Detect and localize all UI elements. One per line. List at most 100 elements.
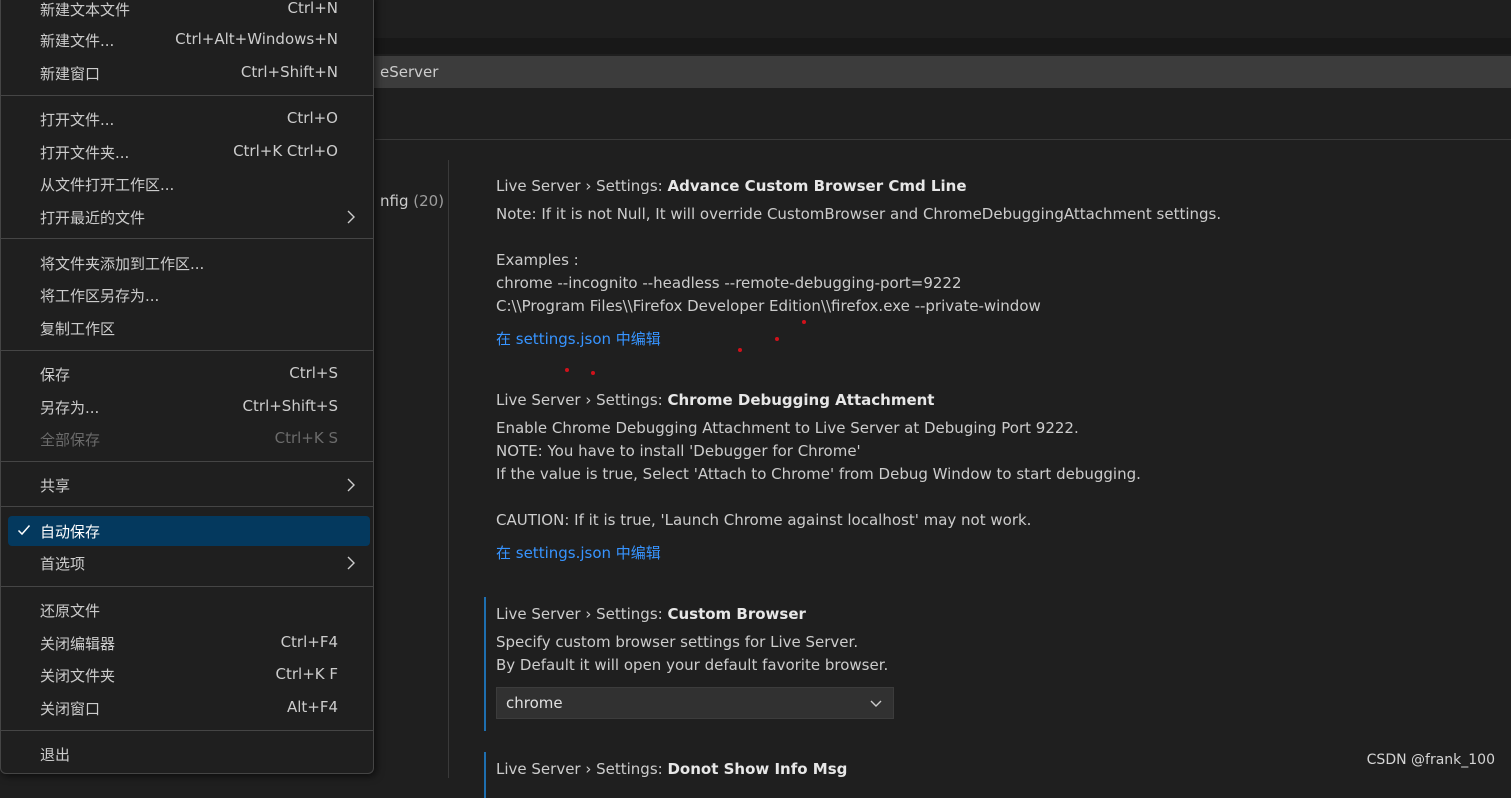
desc-line: Specify custom browser settings for Live… bbox=[496, 633, 859, 651]
menu-item-duplicate-workspace[interactable]: 复制工作区 bbox=[8, 313, 370, 343]
menu-item-open-file[interactable]: 打开文件... Ctrl+O bbox=[8, 104, 370, 134]
setting-category: Live Server › Settings: bbox=[496, 760, 668, 778]
desc-gap bbox=[496, 486, 1476, 509]
setting-donot-show-info-msg: Live Server › Settings: Donot Show Info … bbox=[484, 752, 1476, 798]
desc-line: NOTE: You have to install 'Debugger for … bbox=[496, 442, 861, 460]
setting-title: Live Server › Settings: Donot Show Info … bbox=[496, 760, 1476, 778]
annotation-dot bbox=[775, 337, 779, 341]
menu-item-revert-file[interactable]: 还原文件 bbox=[8, 595, 370, 625]
desc-line: C:\\Program Files\\Firefox Developer Edi… bbox=[496, 297, 1041, 315]
menu-item-label: 关闭文件夹 bbox=[40, 667, 116, 685]
menu-item-shortcut: Ctrl+F4 bbox=[280, 633, 338, 651]
desc-line: By Default it will open your default fav… bbox=[496, 656, 889, 674]
annotation-dot bbox=[802, 320, 806, 324]
setting-custom-browser: Live Server › Settings: Custom Browser S… bbox=[484, 597, 1476, 731]
menu-item-label: 首选项 bbox=[40, 555, 86, 573]
settings-search-input[interactable] bbox=[340, 56, 1511, 88]
menu-item-close-window[interactable]: 关闭窗口 Alt+F4 bbox=[8, 693, 370, 723]
menu-item-label: 关闭编辑器 bbox=[40, 635, 116, 653]
edit-in-settings-json-link[interactable]: 在 settings.json 中编辑 bbox=[496, 542, 661, 563]
check-icon bbox=[17, 523, 31, 541]
menu-item-label: 新建文本文件 bbox=[40, 1, 131, 19]
menu-separator bbox=[1, 461, 373, 462]
desc-gap bbox=[496, 226, 1476, 249]
setting-title: Live Server › Settings: Advance Custom B… bbox=[496, 177, 1476, 195]
chevron-right-icon bbox=[346, 478, 356, 496]
menu-item-label: 打开最近的文件 bbox=[40, 209, 146, 227]
menu-item-new-window[interactable]: 新建窗口 Ctrl+Shift+N bbox=[8, 58, 370, 88]
desc-line: chrome --incognito --headless --remote-d… bbox=[496, 274, 962, 292]
setting-name: Chrome Debugging Attachment bbox=[667, 391, 935, 409]
menu-item-open-folder[interactable]: 打开文件夹... Ctrl+K Ctrl+O bbox=[8, 137, 370, 167]
menu-item-shortcut: Ctrl+K S bbox=[274, 429, 338, 447]
annotation-dot bbox=[738, 348, 742, 352]
chevron-down-icon bbox=[868, 695, 884, 715]
desc-line: Enable Chrome Debugging Attachment to Li… bbox=[496, 419, 1079, 437]
menu-item-share[interactable]: 共享 bbox=[8, 470, 370, 500]
setting-title: Live Server › Settings: Chrome Debugging… bbox=[496, 391, 1476, 409]
menu-item-save[interactable]: 保存 Ctrl+S bbox=[8, 359, 370, 389]
toc-item-label: nfig bbox=[380, 192, 409, 210]
menu-item-label: 将文件夹添加到工作区... bbox=[40, 255, 205, 273]
menu-item-label: 另存为... bbox=[40, 399, 100, 417]
menu-item-close-folder[interactable]: 关闭文件夹 Ctrl+K F bbox=[8, 660, 370, 690]
desc-line: Note: If it is not Null, It will overrid… bbox=[496, 205, 1222, 223]
menu-item-label: 保存 bbox=[40, 366, 71, 384]
menu-item-open-workspace-from-file[interactable]: 从文件打开工作区... bbox=[8, 169, 370, 199]
menu-item-save-workspace-as[interactable]: 将工作区另存为... bbox=[8, 280, 370, 310]
menu-item-shortcut: Ctrl+O bbox=[286, 109, 338, 127]
toc-item-count: (20) bbox=[413, 192, 445, 210]
menu-item-add-folder-to-workspace[interactable]: 将文件夹添加到工作区... bbox=[8, 248, 370, 278]
menu-item-open-recent[interactable]: 打开最近的文件 bbox=[8, 202, 370, 232]
setting-name: Custom Browser bbox=[667, 605, 806, 623]
toc-divider bbox=[448, 160, 449, 778]
menu-item-label: 新建窗口 bbox=[40, 65, 101, 83]
menu-separator bbox=[1, 350, 373, 351]
header-divider bbox=[375, 139, 1511, 140]
menu-item-label: 打开文件夹... bbox=[40, 144, 130, 162]
menu-item-label: 从文件打开工作区... bbox=[40, 176, 175, 194]
menu-item-label: 将工作区另存为... bbox=[40, 287, 160, 305]
menu-item-shortcut: Ctrl+S bbox=[289, 364, 338, 382]
menu-item-new-text-file[interactable]: 新建文本文件 Ctrl+N bbox=[8, 0, 370, 24]
menu-item-label: 打开文件... bbox=[40, 111, 115, 129]
menu-item-shortcut: Alt+F4 bbox=[286, 698, 338, 716]
setting-advance-custom-browser-cmd-line: Live Server › Settings: Advance Custom B… bbox=[496, 177, 1476, 349]
custom-browser-select[interactable]: chrome bbox=[496, 687, 894, 719]
select-value: chrome bbox=[506, 694, 563, 712]
menu-item-label: 还原文件 bbox=[40, 602, 101, 620]
annotation-dot bbox=[565, 368, 569, 372]
menu-item-label: 退出 bbox=[40, 746, 71, 764]
setting-chrome-debugging-attachment: Live Server › Settings: Chrome Debugging… bbox=[496, 391, 1476, 563]
edit-in-settings-json-link[interactable]: 在 settings.json 中编辑 bbox=[496, 328, 661, 349]
chevron-right-icon bbox=[346, 210, 356, 228]
setting-category: Live Server › Settings: bbox=[496, 605, 668, 623]
settings-search-value: eServer bbox=[380, 63, 439, 81]
setting-title: Live Server › Settings: Custom Browser bbox=[496, 605, 1476, 623]
menu-item-save-all: 全部保存 Ctrl+K S bbox=[8, 424, 370, 454]
menu-item-exit[interactable]: 退出 bbox=[8, 739, 370, 769]
watermark: CSDN @frank_100 bbox=[1366, 752, 1495, 768]
menu-item-label: 关闭窗口 bbox=[40, 700, 101, 718]
desc-line: Examples : bbox=[496, 251, 579, 269]
menu-item-close-editor[interactable]: 关闭编辑器 Ctrl+F4 bbox=[8, 628, 370, 658]
menu-separator bbox=[1, 586, 373, 587]
menu-item-label: 复制工作区 bbox=[40, 320, 116, 338]
menu-item-shortcut: Ctrl+K F bbox=[275, 665, 339, 683]
menu-separator bbox=[1, 238, 373, 239]
menu-separator bbox=[1, 506, 373, 507]
menu-item-preferences[interactable]: 首选项 bbox=[8, 548, 370, 578]
setting-name: Advance Custom Browser Cmd Line bbox=[667, 177, 967, 195]
setting-category: Live Server › Settings: bbox=[496, 177, 668, 195]
chevron-right-icon bbox=[346, 556, 356, 574]
desc-line: CAUTION: If it is true, 'Launch Chrome a… bbox=[496, 511, 1032, 529]
toc-item-config[interactable]: nfig (20) bbox=[380, 192, 444, 210]
menu-item-shortcut: Ctrl+Shift+N bbox=[240, 63, 338, 81]
setting-description: Note: If it is not Null, It will overrid… bbox=[496, 203, 1476, 318]
menu-item-auto-save[interactable]: 自动保存 bbox=[8, 516, 370, 546]
menu-separator bbox=[1, 95, 373, 96]
menu-item-save-as[interactable]: 另存为... Ctrl+Shift+S bbox=[8, 392, 370, 422]
menu-item-shortcut: Ctrl+N bbox=[287, 0, 338, 17]
menu-item-new-file[interactable]: 新建文件... Ctrl+Alt+Windows+N bbox=[8, 25, 370, 55]
menu-item-label: 全部保存 bbox=[40, 431, 101, 449]
